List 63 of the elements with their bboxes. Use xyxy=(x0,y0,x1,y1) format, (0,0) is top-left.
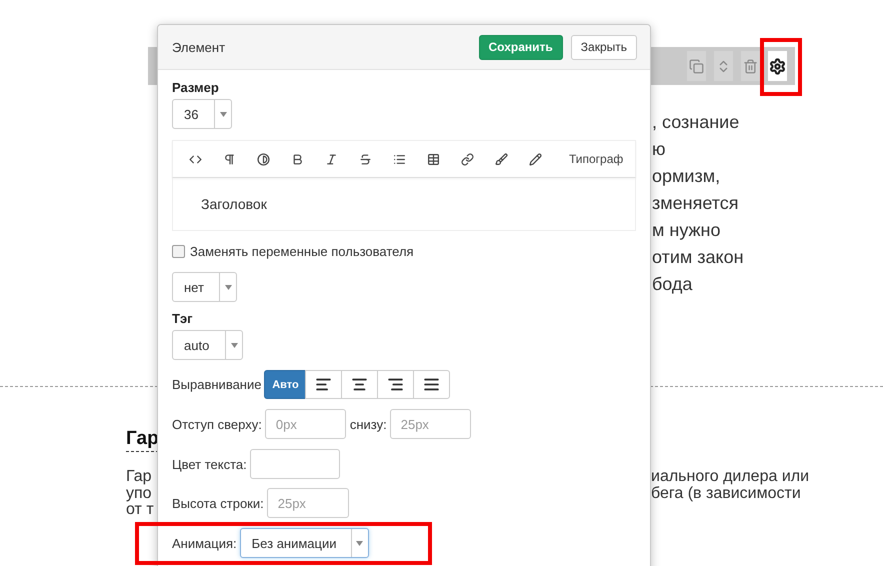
align-justify-button[interactable] xyxy=(413,370,450,399)
align-right-icon xyxy=(387,376,404,393)
tag-select[interactable]: auto xyxy=(172,330,243,360)
align-center-icon xyxy=(351,376,368,393)
contrast-icon xyxy=(256,152,270,166)
checkbox[interactable] xyxy=(172,245,185,258)
text-fragment: зменяется xyxy=(652,193,739,214)
close-button[interactable]: Закрыть xyxy=(570,34,637,60)
code-icon xyxy=(188,152,202,166)
tag-label: Тэг xyxy=(172,311,193,327)
pencil-icon xyxy=(528,152,542,166)
link-icon xyxy=(460,152,474,166)
bold-icon xyxy=(290,152,304,166)
typograph-button[interactable]: Типограф xyxy=(569,152,624,166)
align-center-button[interactable] xyxy=(341,370,378,399)
align-left-icon xyxy=(315,376,332,393)
text-fragment: , сознание xyxy=(652,112,740,133)
dialog-title: Элемент xyxy=(172,40,226,54)
text-fragment: бега (в зависимости xyxy=(651,484,801,502)
checkbox-label: Заменять переменные пользователя xyxy=(190,244,414,259)
text-fragment: от т xyxy=(126,501,154,519)
italic-icon xyxy=(324,152,338,166)
bottom-margin-field[interactable]: 25px xyxy=(390,409,471,439)
pilcrow-icon xyxy=(222,152,236,166)
top-margin-field[interactable]: 0px xyxy=(264,409,346,439)
settings-button[interactable] xyxy=(768,51,787,81)
text-fragment: м нужно xyxy=(652,220,721,241)
text-fragment: отим закон xyxy=(652,247,744,268)
table-icon xyxy=(426,152,440,166)
alignment-label: Выравнивание xyxy=(172,377,262,392)
copy-icon xyxy=(689,58,704,74)
top-margin-label: Отступ сверху: xyxy=(172,416,262,432)
text-fragment: упо xyxy=(126,484,152,502)
editor-area[interactable]: Заголовок xyxy=(172,178,636,231)
brush-icon xyxy=(494,152,508,166)
text-fragment: Гар xyxy=(126,468,152,486)
trash-icon xyxy=(743,58,758,74)
caret-icon xyxy=(230,342,238,348)
caret-icon xyxy=(220,112,226,116)
text-fragment: ю xyxy=(652,139,666,160)
animation-label: Анимация: xyxy=(172,536,237,550)
caret-icon xyxy=(356,540,364,546)
text-fragment: иального дилера или xyxy=(651,468,810,486)
highlight-frame xyxy=(760,38,802,96)
text-color-label: Цвет текста: xyxy=(172,456,247,472)
align-right-button[interactable] xyxy=(377,370,414,399)
list-icon xyxy=(392,152,406,166)
auto-align-button[interactable]: Авто xyxy=(264,370,306,399)
align-left-button[interactable] xyxy=(305,370,342,399)
style-select[interactable]: нет xyxy=(172,272,237,302)
settings-icon xyxy=(769,58,786,74)
text-color-field[interactable] xyxy=(250,449,340,479)
caret-icon xyxy=(224,284,232,290)
size-select[interactable]: 36 xyxy=(172,99,232,129)
text-fragment: бода xyxy=(652,274,692,295)
align-justify-icon xyxy=(423,376,440,393)
strikethrough-icon xyxy=(358,152,372,166)
animation-select[interactable]: Без анимации xyxy=(240,528,369,558)
line-height-field[interactable]: 25px xyxy=(266,488,349,518)
size-label: Размер xyxy=(172,80,220,96)
text-fragment: ормизм, xyxy=(652,166,720,187)
bottom-margin-label: снизу: xyxy=(350,416,387,432)
line-height-label: Высота строки: xyxy=(172,496,264,510)
